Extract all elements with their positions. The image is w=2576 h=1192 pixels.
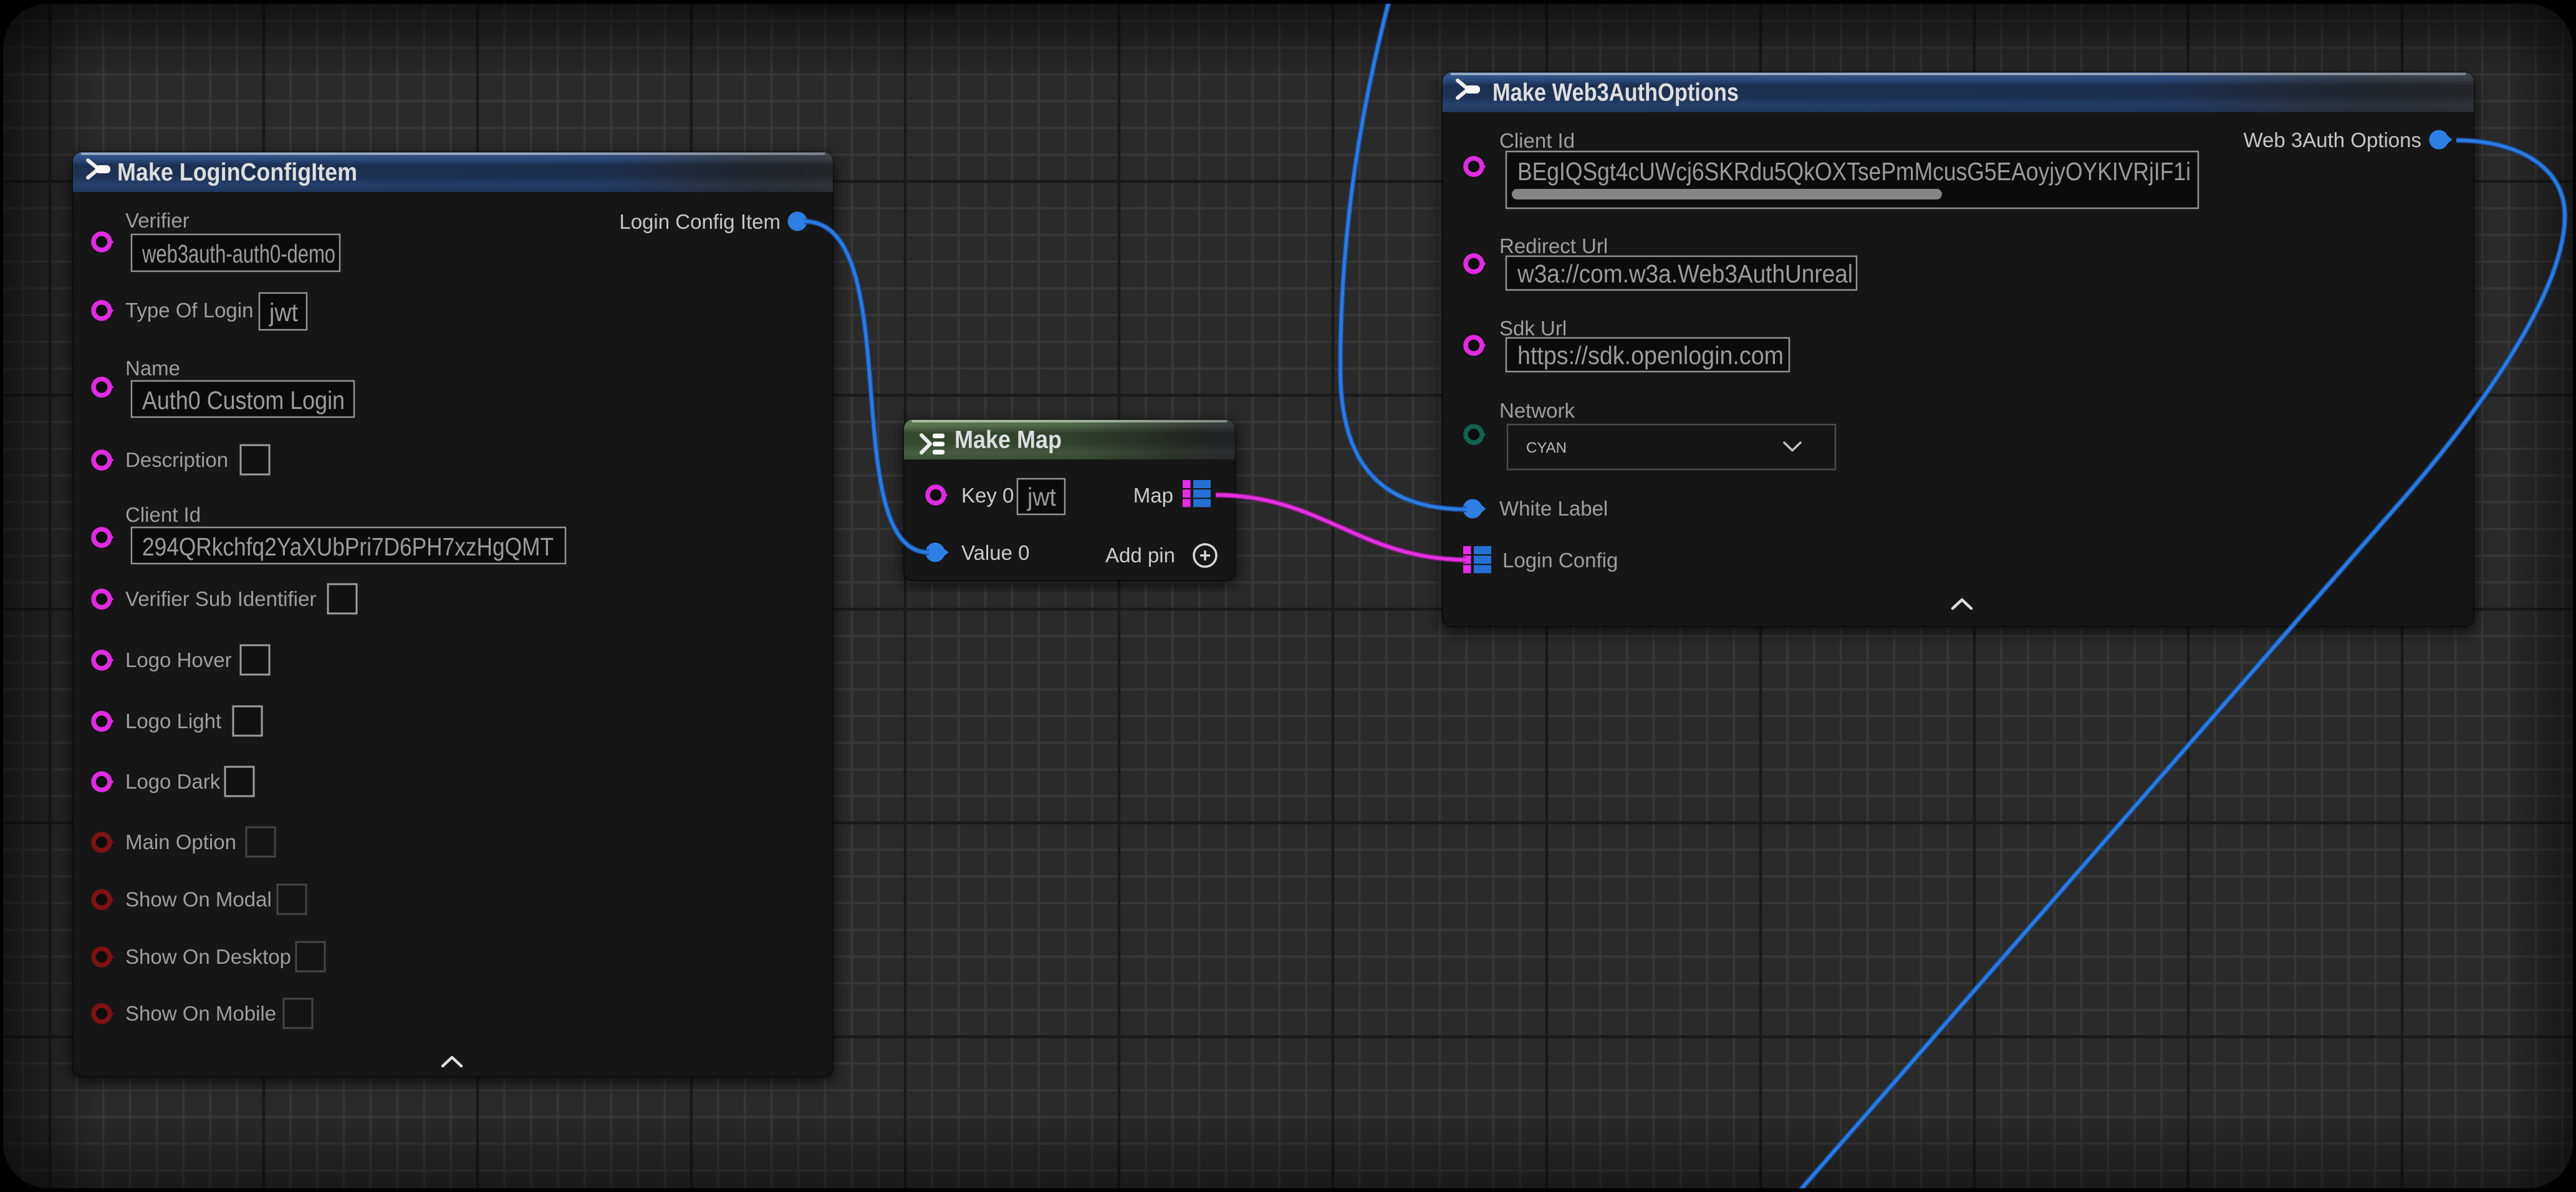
svg-text:Show On Mobile: Show On Mobile (125, 1002, 276, 1025)
svg-text:Login Config Item: Login Config Item (619, 210, 781, 233)
svg-text:Key 0: Key 0 (961, 484, 1014, 507)
svg-text:Type Of Login: Type Of Login (125, 299, 253, 322)
svg-text:Verifier Sub Identifier: Verifier Sub Identifier (125, 587, 316, 610)
svg-text:Auth0 Custom Login: Auth0 Custom Login (142, 386, 345, 415)
svg-text:Logo Light: Logo Light (125, 709, 221, 733)
svg-text:Show On Modal: Show On Modal (125, 888, 272, 911)
svg-text:Make Map: Make Map (954, 426, 1062, 454)
svg-text:Make Web3AuthOptions: Make Web3AuthOptions (1492, 79, 1739, 107)
svg-text:BEgIQSgt4cUWcj6SKRdu5QkOXTsePm: BEgIQSgt4cUWcj6SKRdu5QkOXTsePmMcusG5EAoy… (1517, 157, 2191, 186)
svg-text:jwt: jwt (1027, 483, 1056, 511)
svg-text:White Label: White Label (1499, 497, 1608, 520)
svg-text:Main Option: Main Option (125, 830, 236, 853)
svg-text:Name: Name (125, 357, 180, 380)
svg-text:294QRkchfq2YaXUbPri7D6PH7xzHgQ: 294QRkchfq2YaXUbPri7D6PH7xzHgQMT (142, 532, 554, 561)
svg-text:Make LoginConfigItem: Make LoginConfigItem (117, 159, 357, 186)
svg-text:Logo Dark: Logo Dark (125, 770, 221, 793)
svg-text:Redirect Url: Redirect Url (1499, 234, 1608, 257)
svg-text:jwt: jwt (269, 298, 298, 327)
svg-text:https://sdk.openlogin.com: https://sdk.openlogin.com (1517, 341, 1784, 370)
svg-text:w3a://com.w3a.Web3AuthUnreal: w3a://com.w3a.Web3AuthUnreal (1517, 259, 1853, 288)
svg-text:Map: Map (1133, 484, 1173, 507)
svg-text:Show On Desktop: Show On Desktop (125, 945, 291, 968)
svg-text:Client Id: Client Id (125, 503, 201, 526)
svg-text:Logo Hover: Logo Hover (125, 648, 232, 671)
svg-text:CYAN: CYAN (1526, 440, 1567, 456)
svg-text:Verifier: Verifier (125, 209, 190, 232)
svg-text:web3auth-auth0-demo: web3auth-auth0-demo (142, 239, 335, 268)
svg-text:Client Id: Client Id (1499, 129, 1575, 152)
svg-text:Sdk Url: Sdk Url (1499, 317, 1567, 340)
svg-text:Description: Description (125, 448, 228, 471)
svg-text:Network: Network (1499, 399, 1575, 422)
svg-text:Web 3Auth Options: Web 3Auth Options (2243, 128, 2421, 151)
svg-text:Add pin: Add pin (1105, 544, 1175, 567)
svg-text:Login Config: Login Config (1502, 549, 1618, 572)
svg-text:Value 0: Value 0 (961, 541, 1029, 564)
